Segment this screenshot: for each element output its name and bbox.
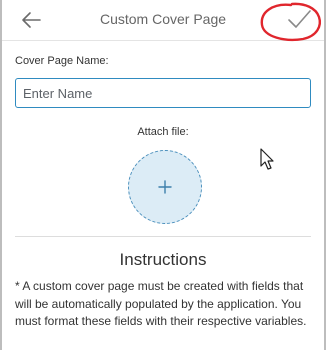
header-bar: Custom Cover Page [2, 0, 324, 41]
attach-file-button[interactable] [128, 150, 202, 224]
checkmark-icon [288, 10, 311, 28]
page-title: Custom Cover Page [99, 11, 227, 27]
attach-file-label: Attach file: [137, 126, 189, 138]
cover-page-name-label: Cover Page Name: [15, 55, 109, 67]
window-frame-left [0, 0, 2, 350]
mouse-cursor-icon [260, 148, 274, 170]
plus-icon [158, 180, 172, 194]
instructions-text: * A custom cover page must be created wi… [15, 279, 307, 328]
instructions-heading: Instructions [119, 250, 207, 269]
section-divider [15, 236, 311, 237]
confirm-button[interactable] [284, 7, 314, 33]
cover-page-name-input[interactable] [15, 78, 311, 108]
